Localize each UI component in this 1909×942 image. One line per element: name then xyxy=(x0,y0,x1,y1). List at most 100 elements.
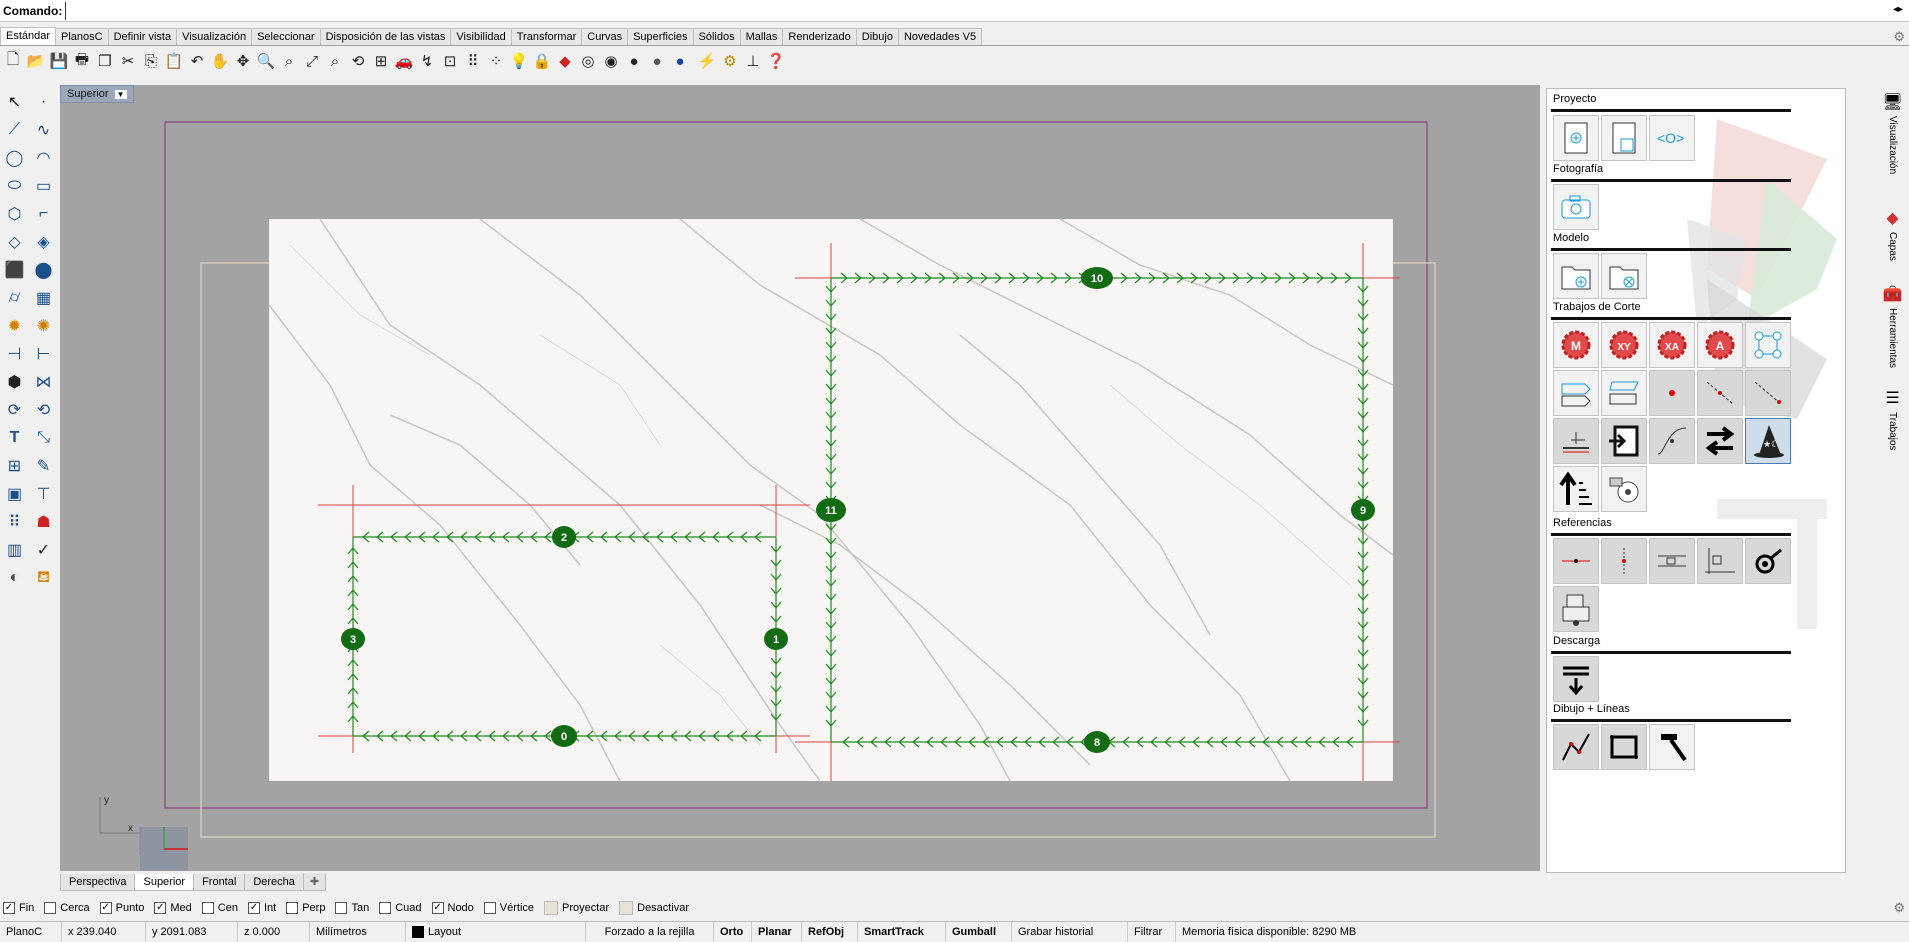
four-viewports-icon[interactable]: ⊞ xyxy=(370,50,392,72)
undo-icon[interactable]: ↶ xyxy=(186,50,208,72)
add-model-icon[interactable] xyxy=(1553,253,1599,299)
light-bulb-icon[interactable]: 💡 xyxy=(508,50,530,72)
color-wheel-icon[interactable]: ◎ xyxy=(577,50,599,72)
tab-disposicion[interactable]: Disposición de las vistas xyxy=(319,28,452,45)
gear-icon[interactable]: ⚙ xyxy=(1893,29,1905,45)
units[interactable]: Milímetros xyxy=(310,921,406,942)
split-icon[interactable]: ⊢ xyxy=(29,340,58,368)
gear-xa-icon[interactable]: XA xyxy=(1649,322,1695,368)
tab-transformar[interactable]: Transformar xyxy=(510,28,583,45)
rectangle-icon[interactable]: ▭ xyxy=(29,172,58,200)
tab-superior[interactable]: Superior xyxy=(134,874,195,891)
layer-icon[interactable]: ◆ xyxy=(554,50,576,72)
fillet-icon[interactable]: ⌐ xyxy=(29,200,58,228)
viewport-title[interactable]: Superior ▼ xyxy=(60,85,134,103)
group-icon[interactable]: ⬢ xyxy=(0,368,29,396)
checkbox-med[interactable]: ✓ xyxy=(154,902,167,914)
side-tab-capas[interactable]: ◆ Capas xyxy=(1876,208,1909,261)
mesh-icon[interactable]: ▦ xyxy=(29,284,58,312)
copy-properties-icon[interactable]: ❐ xyxy=(94,50,116,72)
block-icon[interactable]: ▥ xyxy=(0,536,29,564)
arc-icon[interactable]: ◠ xyxy=(29,144,58,172)
checkbox-cuad[interactable] xyxy=(379,902,392,914)
solid-box-icon[interactable]: ▣ xyxy=(0,480,29,508)
collapse-icon[interactable]: ◂▸ xyxy=(1891,4,1905,18)
new-project-icon[interactable] xyxy=(1553,115,1599,161)
point-icon[interactable]: · xyxy=(29,88,58,116)
snap-nodo[interactable]: ✓ Nodo xyxy=(431,902,474,914)
zoom-icon[interactable]: 🔍 xyxy=(255,50,277,72)
checkbox-vertice[interactable] xyxy=(483,902,496,914)
flashlight-icon[interactable]: ⚡ xyxy=(696,50,718,72)
tab-estandar[interactable]: Estándar xyxy=(0,27,57,45)
grid-ref-icon[interactable] xyxy=(1649,538,1695,584)
swap-icon[interactable] xyxy=(1697,418,1743,464)
save-project-icon[interactable] xyxy=(1601,115,1647,161)
new-file-icon[interactable]: 🗋 xyxy=(2,50,24,72)
planar-toggle[interactable]: Planar xyxy=(752,921,802,942)
trim-icon[interactable]: ⊣ xyxy=(0,340,29,368)
list-flag-icon[interactable] xyxy=(1601,370,1647,416)
tab-perspectiva[interactable]: Perspectiva xyxy=(60,874,136,891)
tab-superficies[interactable]: Superficies xyxy=(627,28,694,45)
proyectar-toggle[interactable]: Proyectar xyxy=(544,901,609,915)
print-icon[interactable]: 🖶 xyxy=(71,50,93,72)
snap-vertice[interactable]: Vértice xyxy=(483,902,534,914)
gears-icon[interactable]: ⚙ xyxy=(719,50,741,72)
tab-curvas[interactable]: Curvas xyxy=(581,28,629,45)
line-point-icon[interactable] xyxy=(1697,370,1743,416)
checkbox-perp[interactable] xyxy=(286,902,299,914)
grid-snap-toggle[interactable]: Forzado a la rejilla xyxy=(586,921,714,942)
viewport-menu-icon[interactable]: ▼ xyxy=(114,89,127,99)
sphere-icon[interactable]: ⬤ xyxy=(29,256,58,284)
sort-up-icon[interactable] xyxy=(1553,466,1599,512)
tab-planosc[interactable]: PlanosC xyxy=(55,28,109,45)
cplane-icon[interactable]: ⊡ xyxy=(439,50,461,72)
smarttrack-toggle[interactable]: SmartTrack xyxy=(858,921,946,942)
ellipse-icon[interactable]: ⬭ xyxy=(0,172,29,200)
code-view-icon[interactable]: <O> xyxy=(1649,115,1695,161)
hammer-icon[interactable] xyxy=(1649,724,1695,770)
points-on-icon[interactable]: ⁘ xyxy=(485,50,507,72)
tab-derecha[interactable]: Derecha xyxy=(244,874,304,891)
rectangle-draw-icon[interactable] xyxy=(1601,724,1647,770)
axis-ref-icon[interactable] xyxy=(1697,538,1743,584)
check-icon[interactable]: ✓ xyxy=(29,536,58,564)
gear-icon[interactable]: ⚙ xyxy=(1893,900,1905,916)
polyline-icon[interactable]: ⟋ xyxy=(0,116,29,144)
rotate-view-icon[interactable]: ⟲ xyxy=(347,50,369,72)
red-point-icon[interactable] xyxy=(1649,370,1695,416)
help-icon[interactable]: ❓ xyxy=(765,50,787,72)
checkbox-punto[interactable]: ✓ xyxy=(99,902,112,914)
zoom-selected-icon[interactable]: ⌕ xyxy=(324,50,346,72)
side-tab-visualizacion[interactable]: 🖥 Visualización xyxy=(1876,92,1909,174)
diagonal-line-icon[interactable] xyxy=(1745,370,1791,416)
side-tab-herramientas[interactable]: 🧰 Herramientas xyxy=(1876,284,1909,368)
explode-icon[interactable]: ✺ xyxy=(29,312,58,340)
current-layer[interactable]: Layout xyxy=(406,921,586,942)
text-icon[interactable]: T xyxy=(0,424,29,452)
offset-icon[interactable]: ⟳ xyxy=(0,396,29,424)
checkbox-cerca[interactable] xyxy=(44,902,57,914)
open-folder-icon[interactable]: 📂 xyxy=(25,50,47,72)
box-icon[interactable]: ⬛ xyxy=(0,256,29,284)
circle-icon[interactable]: ◯ xyxy=(0,144,29,172)
snap-punto[interactable]: ✓ Punto xyxy=(99,902,144,914)
gear-xy-icon[interactable]: XY xyxy=(1601,322,1647,368)
shaded-sphere-icon[interactable]: ● xyxy=(623,50,645,72)
grid-array-icon[interactable]: ⠿ xyxy=(0,508,29,536)
checkbox-tan[interactable] xyxy=(335,902,348,914)
tab-renderizado[interactable]: Renderizado xyxy=(782,28,857,45)
cplane-readout[interactable]: PlanoC xyxy=(0,921,62,942)
checkbox-int[interactable]: ✓ xyxy=(247,902,260,914)
boolean-icon[interactable]: ✹ xyxy=(0,312,29,340)
analyze-icon[interactable]: ☗ xyxy=(29,508,58,536)
snap-cuad[interactable]: Cuad xyxy=(379,902,422,914)
snap-tan[interactable]: Tan xyxy=(335,902,369,914)
machine-ref-icon[interactable] xyxy=(1553,586,1599,632)
horizontal-ref-icon[interactable] xyxy=(1553,538,1599,584)
vertical-ref-icon[interactable] xyxy=(1601,538,1647,584)
render-icon[interactable]: ◐ xyxy=(0,564,29,592)
import-icon[interactable] xyxy=(1601,418,1647,464)
surface-icon[interactable]: ◇ xyxy=(0,228,29,256)
